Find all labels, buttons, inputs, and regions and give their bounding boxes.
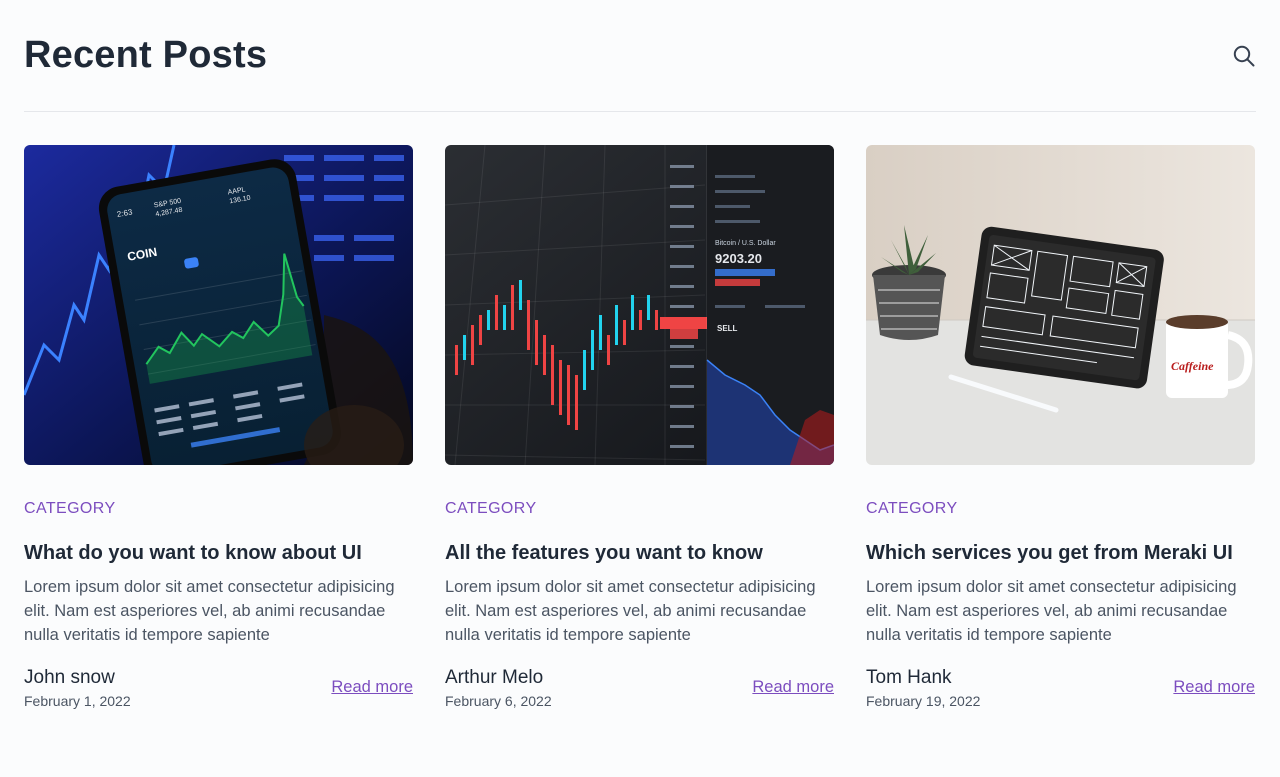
- page: Recent Posts 2:63 S&P 500 4,287.48 AAPL …: [24, 0, 1256, 709]
- search-icon: [1233, 45, 1255, 66]
- post-card: 2:63 S&P 500 4,287.48 AAPL 136.10 COIN C…: [24, 145, 413, 709]
- post-category[interactable]: CATEGORY: [445, 499, 834, 519]
- page-title: Recent Posts: [24, 34, 268, 76]
- post-author: John snow: [24, 667, 115, 688]
- svg-text:9203.20: 9203.20: [715, 251, 762, 266]
- page-header: Recent Posts: [24, 0, 1256, 112]
- post-excerpt: Lorem ipsum dolor sit amet consectetur a…: [866, 578, 1237, 644]
- post-card: Caffeine CATEGORY Which services you get…: [866, 145, 1255, 709]
- svg-text:Bitcoin / U.S. Dollar: Bitcoin / U.S. Dollar: [715, 240, 776, 247]
- post-author-block: Arthur Melo February 6, 2022: [445, 667, 552, 709]
- post-meta: Arthur Melo February 6, 2022 Read more: [445, 667, 834, 709]
- post-meta: John snow February 1, 2022 Read more: [24, 667, 413, 709]
- post-category[interactable]: CATEGORY: [866, 499, 1255, 519]
- post-date: February 6, 2022: [445, 693, 552, 709]
- read-more-link[interactable]: Read more: [1173, 678, 1255, 697]
- post-title[interactable]: All the features you want to know: [445, 539, 834, 567]
- post-image-stock-app[interactable]: 2:63 S&P 500 4,287.48 AAPL 136.10 COIN: [24, 145, 413, 465]
- post-author: Tom Hank: [866, 667, 952, 688]
- post-title[interactable]: Which services you get from Meraki UI: [866, 539, 1255, 567]
- post-author: Arthur Melo: [445, 667, 544, 688]
- post-excerpt: Lorem ipsum dolor sit amet consectetur a…: [24, 578, 395, 644]
- search-button[interactable]: [1232, 44, 1256, 68]
- post-card: Bitcoin / U.S. Dollar 9203.20 SELL CATEG…: [445, 145, 834, 709]
- post-excerpt: Lorem ipsum dolor sit amet consectetur a…: [445, 578, 816, 644]
- post-image-trading-chart[interactable]: Bitcoin / U.S. Dollar 9203.20 SELL: [445, 145, 834, 465]
- post-meta: Tom Hank February 19, 2022 Read more: [866, 667, 1255, 709]
- read-more-link[interactable]: Read more: [331, 678, 413, 697]
- post-author-block: Tom Hank February 19, 2022: [866, 667, 980, 709]
- posts-grid: 2:63 S&P 500 4,287.48 AAPL 136.10 COIN C…: [24, 145, 1256, 709]
- svg-text:Caffeine: Caffeine: [1171, 359, 1214, 373]
- post-title[interactable]: What do you want to know about UI: [24, 539, 413, 567]
- post-author-block: John snow February 1, 2022: [24, 667, 131, 709]
- svg-text:SELL: SELL: [717, 324, 738, 333]
- post-category[interactable]: CATEGORY: [24, 499, 413, 519]
- post-image-tablet-desk[interactable]: Caffeine: [866, 145, 1255, 465]
- read-more-link[interactable]: Read more: [752, 678, 834, 697]
- post-date: February 19, 2022: [866, 693, 981, 709]
- post-date: February 1, 2022: [24, 693, 131, 709]
